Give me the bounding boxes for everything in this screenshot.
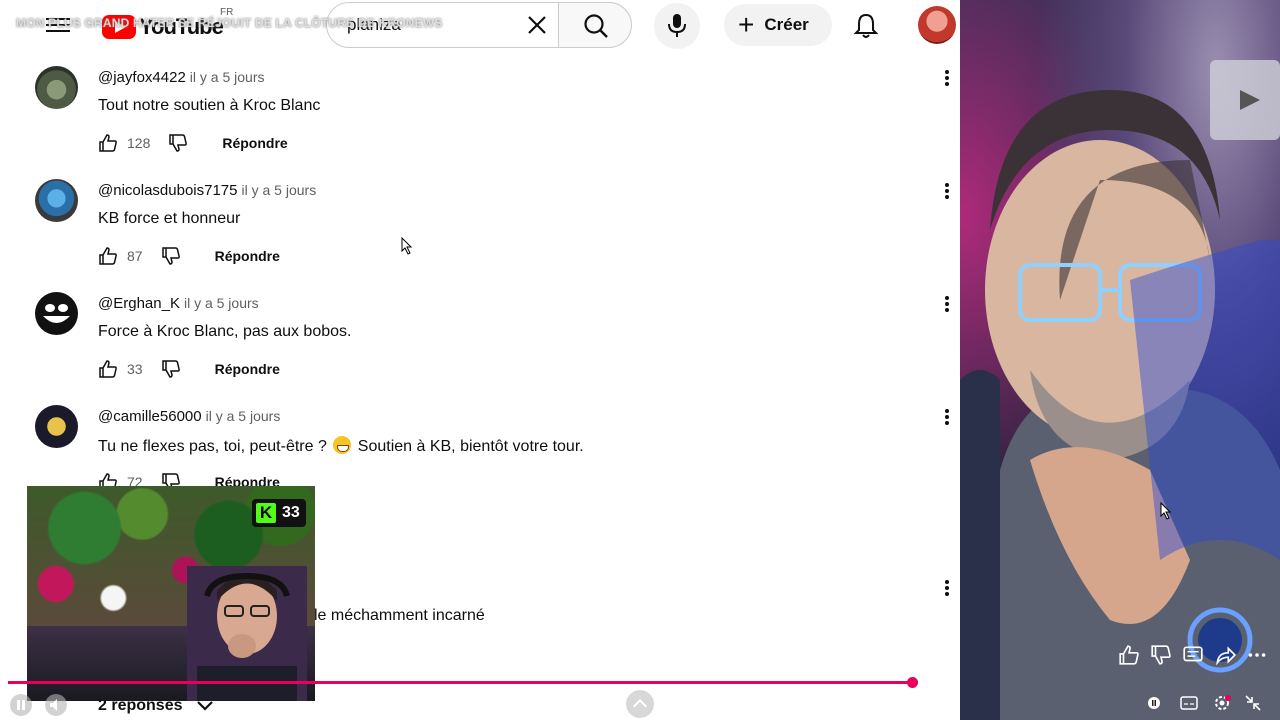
- comment-text: Force à Kroc Blanc, pas aux bobos.: [98, 323, 352, 340]
- mouse-cursor-icon: [1160, 502, 1172, 520]
- more-options-icon[interactable]: [944, 294, 950, 314]
- like-count: 87: [127, 248, 143, 264]
- thumbs-down-icon[interactable]: [168, 133, 188, 153]
- search-icon: [584, 14, 608, 38]
- search-button[interactable]: [558, 2, 632, 48]
- exit-fullscreen-icon[interactable]: [1244, 692, 1262, 714]
- comment-handle[interactable]: @Erghan_K: [98, 295, 180, 312]
- chevron-down-icon: [197, 701, 214, 711]
- streamer-webcam-figure: [187, 566, 307, 701]
- comment-item: @Erghan_K il y a 5 jours Force à Kroc Bla…: [16, 278, 960, 391]
- webcam-overlay: K 33: [27, 486, 315, 701]
- comment-time[interactable]: il y a 5 jours: [206, 408, 281, 424]
- reply-button[interactable]: Répondre: [215, 361, 280, 377]
- thumbs-down-icon[interactable]: [1150, 644, 1172, 666]
- more-options-icon[interactable]: [1246, 644, 1268, 666]
- youtube-header: YouTube FR planiza + Créer MON PLUS GRAN…: [0, 0, 960, 52]
- mic-icon: [668, 14, 686, 37]
- grin-face-icon: [43, 304, 70, 323]
- like-count: 33: [127, 361, 143, 377]
- comment-actions: 128 Répondre: [98, 132, 288, 154]
- video-progress-handle[interactable]: [907, 677, 918, 688]
- video-progress-fill: [8, 681, 912, 684]
- commenter-avatar[interactable]: [35, 179, 78, 222]
- comment-time[interactable]: il y a 5 jours: [190, 69, 265, 85]
- more-options-icon[interactable]: [944, 407, 950, 427]
- comment-text: KB force et honneur: [98, 210, 241, 227]
- thumbs-up-icon[interactable]: [98, 246, 118, 266]
- viewer-count: 33: [282, 504, 300, 521]
- thumbs-up-icon[interactable]: [1118, 644, 1140, 666]
- comment-item: @jayfox4422 il y a 5 jours Tout notre sou…: [16, 52, 960, 165]
- comment-handle[interactable]: @jayfox4422: [98, 69, 186, 86]
- settings-gear-icon[interactable]: [1212, 692, 1232, 714]
- share-icon[interactable]: [1214, 644, 1236, 666]
- comment-actions: 33 Répondre: [98, 358, 280, 380]
- thumbs-up-icon[interactable]: [98, 359, 118, 379]
- more-options-icon[interactable]: [944, 181, 950, 201]
- commenter-avatar[interactable]: [35, 405, 78, 448]
- expand-up-button[interactable]: [626, 690, 654, 718]
- kick-logo-icon: K: [256, 503, 276, 523]
- pause-icon: [17, 700, 25, 710]
- more-options-icon[interactable]: [944, 68, 950, 88]
- stream-ticker: MON PLUS GRAND HATER SE RÉJOUIT DE LA CL…: [16, 16, 443, 30]
- autoplay-toggle-icon[interactable]: [1146, 692, 1162, 714]
- thumbs-up-icon[interactable]: [98, 133, 118, 153]
- comment-text: Tout notre soutien à Kroc Blanc: [98, 97, 321, 114]
- comment-text-part: Soutien à KB, bientôt votre tour.: [357, 438, 584, 455]
- thumbs-down-icon[interactable]: [161, 246, 181, 266]
- volume-button[interactable]: [45, 694, 67, 716]
- kick-viewer-badge: K 33: [252, 499, 306, 527]
- comment-actions: 87 Répondre: [98, 245, 280, 267]
- mouse-cursor-icon: [401, 237, 413, 255]
- comment-handle[interactable]: @camille56000: [98, 408, 202, 425]
- bell-icon[interactable]: [852, 12, 880, 40]
- reply-button[interactable]: Répondre: [215, 248, 280, 264]
- captions-icon[interactable]: [1180, 692, 1198, 714]
- like-count: 128: [127, 135, 151, 151]
- pause-button[interactable]: [10, 694, 32, 716]
- comment-text: Tu ne flexes pas, toi, peut-être ? Souti…: [98, 436, 584, 456]
- clear-icon[interactable]: [522, 10, 552, 40]
- plus-icon: +: [738, 9, 755, 40]
- voice-search-button[interactable]: [654, 3, 700, 49]
- volume-icon: [50, 699, 57, 711]
- comment-text-part: Tu ne flexes pas, toi, peut-être ?: [98, 438, 327, 455]
- more-options-icon[interactable]: [944, 578, 950, 598]
- streamer-camera-panel: [960, 0, 1280, 720]
- create-label: Créer: [764, 15, 809, 34]
- comment-text: le méchamment incarné: [314, 607, 485, 624]
- player-action-bar: [1118, 644, 1268, 666]
- screen: YouTube FR planiza + Créer MON PLUS GRAN…: [0, 0, 1280, 720]
- thumbs-down-icon[interactable]: [161, 359, 181, 379]
- commenter-avatar[interactable]: [35, 292, 78, 335]
- streamer-figure: [960, 60, 1280, 720]
- comment-item: @nicolasdubois7175 il y a 5 jours KB forc…: [16, 165, 960, 278]
- comment-time[interactable]: il y a 5 jours: [184, 295, 259, 311]
- commenter-avatar[interactable]: [35, 66, 78, 109]
- comment-handle[interactable]: @nicolasdubois7175: [98, 182, 238, 199]
- grinning-emoji-icon: [333, 436, 352, 454]
- account-avatar[interactable]: [918, 6, 956, 44]
- reply-button[interactable]: Répondre: [222, 135, 287, 151]
- comment-icon[interactable]: [1182, 644, 1204, 666]
- create-button[interactable]: + Créer: [724, 4, 832, 46]
- comment-time[interactable]: il y a 5 jours: [242, 182, 317, 198]
